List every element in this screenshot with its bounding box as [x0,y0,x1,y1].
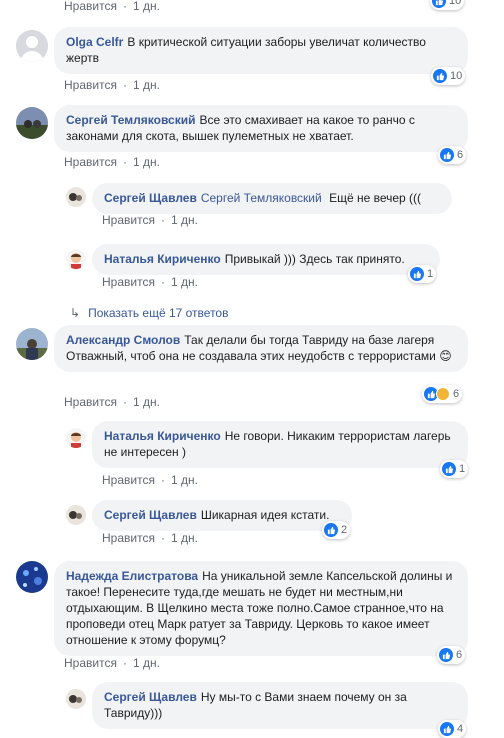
timestamp[interactable]: 1 дн. [171,275,198,289]
like-button[interactable]: Нравится [102,473,155,487]
comment-text: Шикарная идея кстати. [200,508,330,522]
comment-author[interactable]: Сергей Щавлев [104,191,197,205]
reactions-badge[interactable]: 4 [438,720,467,738]
comment-actions: Нравится · 1 дн. [64,0,160,13]
comment-bubble: Сергей Темляковский Все это смахивает на … [54,105,468,152]
like-button[interactable]: Нравится [64,395,117,409]
reactions-badge[interactable]: 6 [438,146,467,164]
comment-actions: Нравится · 1 дн. [64,395,160,409]
like-button[interactable]: Нравится [64,0,117,13]
avatar[interactable] [16,107,48,139]
thumbs-up-icon [442,462,456,476]
comment-actions: Нравится · 1 дн. [102,531,198,545]
like-button[interactable]: Нравится [64,78,117,92]
thumbs-up-icon [433,69,447,83]
show-more-replies-link[interactable]: ↳ Показать ещё 17 ответов [70,306,228,320]
timestamp[interactable]: 1 дн. [133,0,160,13]
comment-author[interactable]: Сергей Щавлев [104,508,197,522]
comment-bubble: Сергей Щавлев Шикарная идея кстати. [92,500,352,531]
comment-actions: Нравится · 1 дн. [102,275,198,289]
comment-bubble: Надежда Елистратова На уникальной земле К… [54,561,468,656]
avatar[interactable] [66,249,86,269]
comment-bubble: Сергей Щавлев Ну мы-то с Вами знаем почем… [92,682,468,729]
comment-actions: Нравится · 1 дн. [102,473,198,487]
like-button[interactable]: Нравится [102,275,155,289]
comment-author[interactable]: Olga Celfr [66,35,123,49]
reactions-badge[interactable]: 10 [430,0,465,10]
comment-author[interactable]: Сергей Щавлев [104,690,197,704]
comment-actions: Нравится · 1 дн. [102,213,198,227]
comment-bubble: Наталья Кириченко Не говори. Никаким терр… [92,421,468,468]
avatar[interactable] [66,505,86,525]
like-button[interactable]: Нравится [64,155,117,169]
timestamp[interactable]: 1 дн. [133,78,160,92]
comment-author[interactable]: Наталья Кириченко [104,429,221,443]
thumbs-up-icon [324,523,338,537]
comment-actions: Нравится · 1 дн. [64,78,160,92]
avatar[interactable] [66,187,86,207]
comment-bubble: Александр Смолов Так делали бы тогда Тавр… [54,325,468,372]
comment-author[interactable]: Наталья Кириченко [104,252,221,266]
thumbs-up-icon [440,722,454,736]
reactions-badge[interactable]: 6 [422,385,463,403]
comment-bubble: Наталья Кириченко Привыкай ))) Здесь так … [92,244,440,275]
avatar[interactable] [66,428,86,448]
reactions-badge[interactable]: 1 [408,265,437,283]
avatar[interactable] [66,689,86,709]
reactions-badge[interactable]: 1 [440,460,469,478]
comment-author[interactable]: Александр Смолов [66,333,180,347]
reactions-badge[interactable]: 10 [431,67,466,85]
comment-author[interactable]: Надежда Елистратова [66,569,198,583]
comment-actions: Нравится · 1 дн. [64,155,160,169]
thumbs-up-icon [432,0,446,8]
timestamp[interactable]: 1 дн. [133,395,160,409]
comment-bubble: Сергей Щавлев Сергей Темляковский Ещё не … [92,183,452,214]
avatar[interactable] [16,30,48,62]
timestamp[interactable]: 1 дн. [133,656,160,670]
avatar[interactable] [16,328,48,360]
comment-text: Ещё не вечер ((( [329,191,422,205]
reactions-badge[interactable]: 2 [322,521,351,539]
timestamp[interactable]: 1 дн. [171,473,198,487]
haha-icon [436,387,450,401]
thumbs-up-icon [439,648,453,662]
comment-bubble: Olga Celfr В критической ситуации заборы … [54,27,468,74]
like-button[interactable]: Нравится [102,531,155,545]
like-button[interactable]: Нравится [64,656,117,670]
reactions-badge[interactable]: 6 [437,646,466,664]
avatar[interactable] [16,561,48,593]
thumbs-up-icon [410,267,424,281]
reply-arrow-icon: ↳ [70,306,81,320]
mention-link[interactable]: Сергей Темляковский [201,191,325,205]
comment-actions: Нравится · 1 дн. [64,656,160,670]
timestamp[interactable]: 1 дн. [171,531,198,545]
like-button[interactable]: Нравится [102,213,155,227]
comment-text: Привыкай ))) Здесь так принято. [224,252,405,266]
thumbs-up-icon [440,148,454,162]
comment-author[interactable]: Сергей Темляковский [66,113,196,127]
timestamp[interactable]: 1 дн. [133,155,160,169]
timestamp[interactable]: 1 дн. [171,213,198,227]
